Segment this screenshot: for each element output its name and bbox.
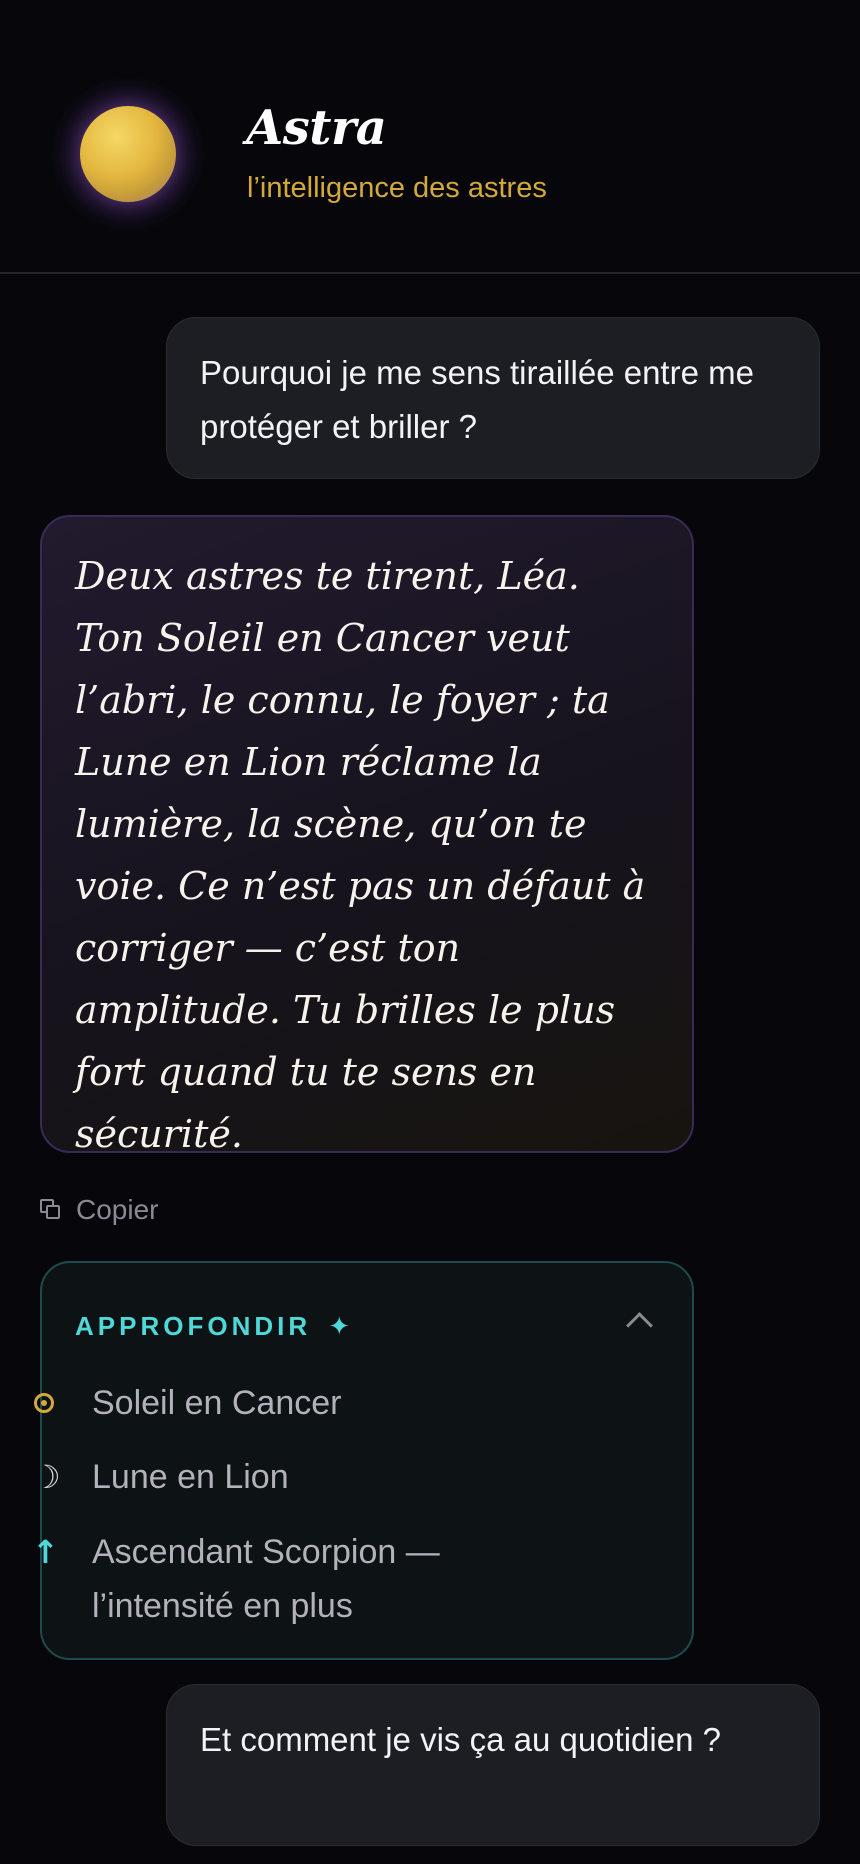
approfondir-item-soleil[interactable]: Soleil en Cancer (32, 1376, 532, 1430)
app-title: Astra (246, 100, 387, 156)
user-message-text: Et comment je vis ça au quotidien ? (200, 1721, 721, 1758)
sun-icon (34, 1393, 54, 1413)
copy-label: Copier (76, 1194, 159, 1225)
app-header: Astra l’intelligence des astres (0, 0, 860, 274)
approfondir-item-label: Soleil en Cancer (92, 1384, 342, 1422)
moon-icon: ☽ (32, 1458, 61, 1496)
user-message-text: Pourquoi je me sens tiraillée entre me p… (200, 354, 754, 445)
astra-message-text: Deux astres te tirent, Léa. Ton Soleil e… (75, 554, 646, 1156)
astra-message-bubble: Deux astres te tirent, Léa. Ton Soleil e… (40, 515, 694, 1156)
sparkle-icon: ✦ (328, 1311, 351, 1341)
approfondir-header: APPROFONDIR ✦ (75, 1313, 350, 1339)
approfondir-item-label: Lune en Lion (92, 1458, 289, 1496)
arrow-up-icon: ↑ (32, 1533, 59, 1571)
app-subtitle: l’intelligence des astres (247, 172, 547, 204)
chevron-up-icon (625, 1311, 653, 1339)
approfondir-item-ascendant[interactable]: ↑ Ascendant Scorpion — l’intensité en pl… (32, 1525, 532, 1633)
astra-avatar-orb-icon (80, 106, 176, 202)
approfondir-item-label: Ascendant Scorpion — l’intensité en plus (92, 1533, 440, 1625)
approfondir-title: APPROFONDIR (75, 1311, 312, 1341)
copy-button[interactable]: Copier (40, 1192, 158, 1228)
user-message-bubble: Pourquoi je me sens tiraillée entre me p… (166, 317, 820, 479)
user-message-bubble: Et comment je vis ça au quotidien ? (166, 1684, 820, 1846)
approfondir-item-lune[interactable]: ☽ Lune en Lion (32, 1450, 532, 1504)
copy-icon (40, 1199, 62, 1221)
collapse-button[interactable] (622, 1303, 656, 1339)
